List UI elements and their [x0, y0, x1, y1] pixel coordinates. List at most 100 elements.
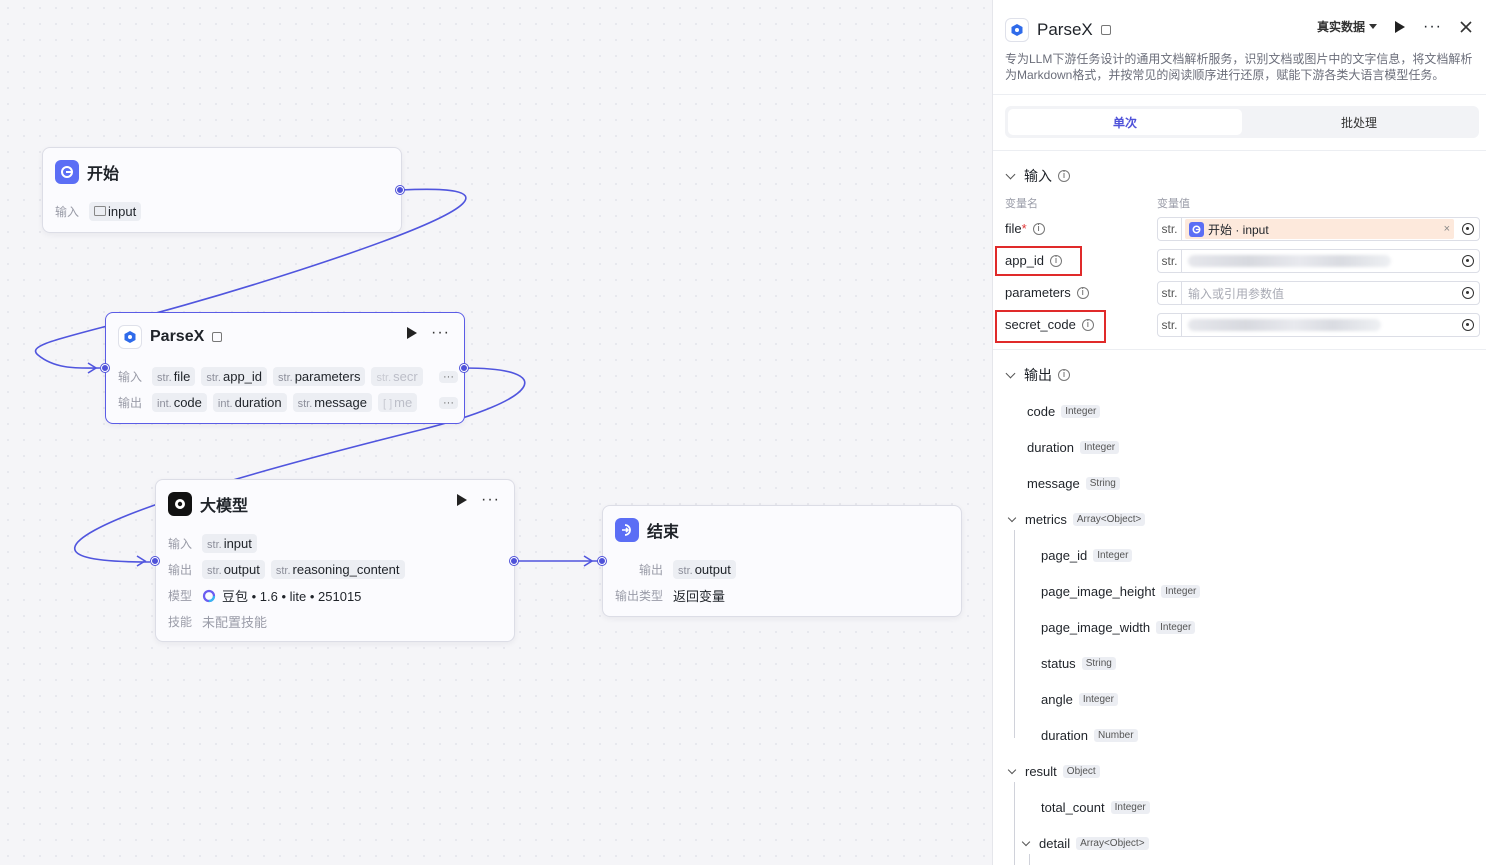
remove-reference-icon[interactable]: ×: [1444, 223, 1450, 235]
arrow-llm: [136, 555, 147, 567]
run-icon[interactable]: [407, 327, 418, 339]
chevron-down-icon: [1007, 765, 1017, 775]
param-parameters-label: parameters i: [1005, 285, 1089, 300]
parsex-input-row: 输入 str. file str. app_id str. parameters st…: [118, 367, 458, 386]
divider: [993, 94, 1486, 95]
parsex-icon: [1005, 18, 1029, 42]
llm-input-row: 输入 str. input: [168, 534, 257, 553]
workflow-canvas[interactable]: 开始 输入 input ParseX ··· 输入 str. file str. a…: [0, 0, 992, 865]
more-icon[interactable]: ···: [481, 492, 500, 508]
end-output-type-row: 输出类型 返回变量: [615, 586, 725, 605]
tab-batch[interactable]: 批处理: [1242, 109, 1476, 135]
output-section-header[interactable]: 输出 i: [1005, 365, 1070, 385]
start-icon: [1189, 221, 1204, 237]
panel-description: 专为LLM下游任务设计的通用文档解析服务，识别文档或图片中的文字信息，将文档解析…: [1005, 52, 1473, 82]
run-icon[interactable]: [1395, 20, 1406, 33]
param-app-id-label: app_id i: [1005, 253, 1063, 268]
plugin-badge-icon: [212, 332, 223, 342]
chevron-down-icon: [1005, 169, 1016, 180]
param-app-id-field[interactable]: str.: [1157, 249, 1480, 273]
llm-skill-value: 未配置技能: [202, 615, 268, 630]
param-file-field[interactable]: str. 开始 · input ×: [1157, 217, 1480, 241]
llm-output-chip: str. output: [202, 560, 265, 579]
input-section-header[interactable]: 输入 i: [1005, 166, 1070, 186]
parsex-input-label: 输入: [118, 370, 143, 384]
end-icon: [615, 518, 639, 542]
blurred-value: [1188, 255, 1391, 267]
parsex-output-label: 输出: [118, 396, 143, 410]
start-node-title: 开始: [87, 166, 120, 183]
param-file-label: file* i: [1005, 221, 1045, 236]
parsex-output-port[interactable]: [460, 364, 468, 372]
chevron-down-icon: [1007, 513, 1017, 523]
parsex-input-port[interactable]: [101, 364, 109, 372]
parsex-output-chip: [ ] me: [378, 393, 418, 412]
run-icon[interactable]: [457, 494, 468, 506]
llm-model-row: 模型 豆包 • 1.6 • lite • 251015: [168, 586, 361, 605]
output-item: angle Integer: [1041, 692, 1118, 707]
llm-input-port[interactable]: [151, 557, 159, 565]
tab-single[interactable]: 单次: [1008, 109, 1242, 135]
llm-node-header: 大模型: [168, 492, 248, 516]
output-item-result[interactable]: result Object: [1007, 764, 1100, 779]
output-item-detail[interactable]: detail Array<Object>: [1021, 836, 1149, 851]
data-mode-select[interactable]: 真实数据: [1317, 18, 1378, 35]
llm-output-row: 输出 str. output str. reasoning_content: [168, 560, 405, 579]
arrow-end: [583, 555, 594, 567]
output-item: duration Integer: [1027, 440, 1120, 455]
col-label-value: 变量值: [1157, 198, 1190, 210]
parsex-node-title: ParseX: [150, 328, 205, 345]
llm-node-title: 大模型: [200, 498, 249, 515]
parsex-node-actions: ···: [407, 325, 450, 341]
param-secret-code-field[interactable]: str.: [1157, 313, 1480, 337]
close-icon[interactable]: [1460, 20, 1472, 33]
start-input-label: 输入: [55, 205, 80, 219]
output-item: message String: [1027, 476, 1120, 491]
llm-node[interactable]: 大模型 ··· 输入 str. input 输出 str. output str. r…: [151, 479, 518, 642]
llm-output-port[interactable]: [510, 557, 518, 565]
info-icon: i: [1058, 369, 1070, 381]
parameters-placeholder: 输入或引用参数值: [1188, 286, 1285, 301]
tree-line: [1014, 530, 1015, 738]
end-output-label: 输出: [639, 563, 664, 577]
start-icon: [55, 160, 79, 184]
output-item: status String: [1041, 656, 1116, 671]
output-item: page_image_width Integer: [1041, 620, 1196, 635]
run-mode-tabs: 单次 批处理: [1005, 106, 1479, 138]
llm-input-chip: str. input: [202, 534, 257, 553]
show-more-inputs-button[interactable]: ···: [439, 370, 458, 383]
start-node[interactable]: 开始 输入 input: [42, 147, 404, 233]
tree-line: [1029, 854, 1030, 865]
parsex-input-chip: str. secr: [371, 367, 423, 386]
variable-picker-icon[interactable]: [1457, 255, 1479, 267]
parsex-output-chip: int. duration: [212, 393, 287, 412]
more-icon[interactable]: ···: [1423, 18, 1442, 34]
variable-picker-icon[interactable]: [1457, 319, 1479, 331]
variable-reference-tag[interactable]: 开始 · input ×: [1185, 219, 1454, 239]
llm-input-label: 输入: [168, 537, 193, 551]
divider: [993, 349, 1486, 350]
variable-picker-icon[interactable]: [1457, 287, 1479, 299]
end-input-port[interactable]: [598, 557, 606, 565]
parsex-output-row: 输出 int. code int. duration str. message [ ]…: [118, 393, 458, 412]
more-icon[interactable]: ···: [431, 325, 450, 341]
output-item-metrics[interactable]: metrics Array<Object>: [1007, 512, 1146, 527]
end-node[interactable]: 结束 输出 str. output 输出类型 返回变量: [598, 505, 962, 617]
blurred-value: [1188, 319, 1381, 331]
output-item: page_id Integer: [1041, 548, 1133, 563]
llm-skill-label: 技能: [168, 615, 193, 629]
end-output-chip: str. output: [673, 560, 736, 579]
show-more-outputs-button[interactable]: ···: [439, 396, 458, 409]
node-config-panel: ParseX 真实数据 ··· 专为LLM下游任务设计的通用文档解析服务，识别文…: [992, 0, 1486, 865]
param-parameters-field[interactable]: str. 输入或引用参数值: [1157, 281, 1480, 305]
parsex-input-chip: str. parameters: [273, 367, 366, 386]
parsex-node[interactable]: ParseX ··· 输入 str. file str. app_id str. pa…: [101, 312, 468, 424]
info-icon: i: [1050, 254, 1063, 267]
end-output-type-value: 返回变量: [673, 589, 726, 604]
info-icon: i: [1076, 286, 1089, 299]
parsex-node-header: ParseX: [118, 325, 223, 349]
start-input-row: 输入 input: [55, 202, 142, 221]
info-icon: i: [1058, 170, 1070, 182]
variable-picker-icon[interactable]: [1457, 223, 1479, 235]
start-output-port[interactable]: [396, 186, 404, 194]
